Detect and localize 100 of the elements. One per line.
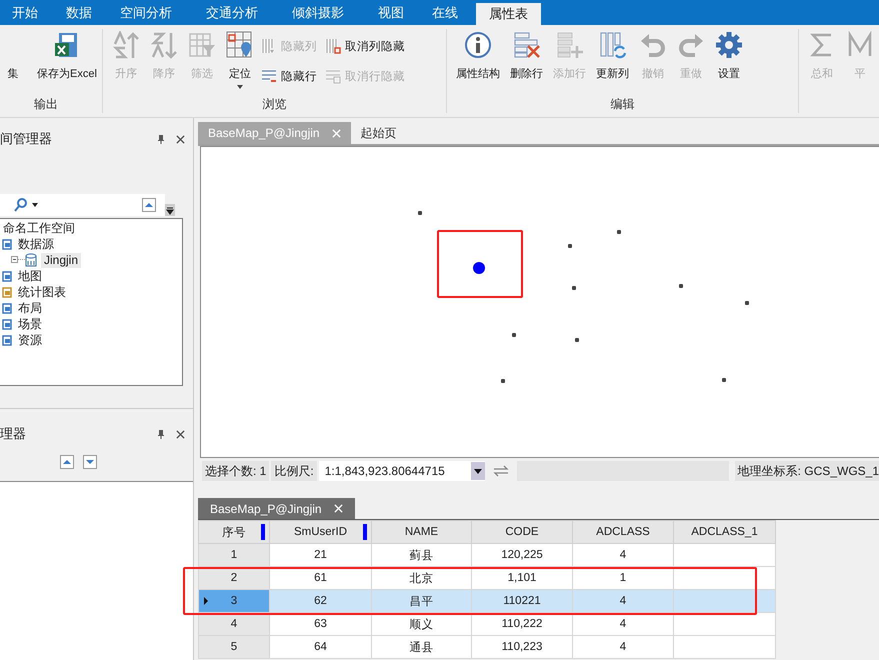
map-point: [418, 211, 422, 215]
map-point: [722, 378, 726, 382]
column-header[interactable]: ADCLASS_1: [674, 520, 776, 544]
table-cell: 4: [572, 544, 674, 566]
column-header[interactable]: SmUserID: [270, 520, 372, 544]
dropdown-icon: [470, 462, 485, 480]
group-label: 输出: [33, 96, 59, 113]
caret-icon[interactable]: [32, 203, 38, 207]
tree-item[interactable]: 地图: [15, 268, 45, 284]
close-icon[interactable]: [176, 134, 185, 144]
selection-count: 选择个数: 1: [202, 461, 270, 481]
ribbon-button[interactable]: 隐藏行: [259, 61, 319, 91]
tree-connector-icon: [11, 255, 25, 265]
swap-icon[interactable]: [492, 465, 509, 477]
table-cell: 110,223: [472, 636, 572, 658]
hide-column-icon: [261, 38, 277, 54]
show-row-icon: [325, 68, 341, 84]
column-header[interactable]: 序号: [198, 520, 270, 544]
delete-row-icon: [512, 31, 540, 59]
panel-title: 间管理器: [0, 130, 53, 148]
map-point: [679, 284, 683, 288]
ribbon-button[interactable]: 删除行: [505, 29, 548, 83]
close-icon[interactable]: [176, 430, 185, 438]
search-icon[interactable]: [14, 198, 30, 212]
document-tab[interactable]: 起始页: [350, 122, 407, 144]
column-header[interactable]: ADCLASS: [572, 520, 674, 544]
ribbon-tab[interactable]: 属性表: [476, 3, 541, 25]
panel-title: 理器: [0, 425, 27, 443]
column-header[interactable]: NAME: [372, 520, 472, 544]
add-row-icon: [556, 31, 584, 59]
map-point: [617, 230, 621, 234]
ribbon-tab[interactable]: 空间分析: [110, 0, 182, 25]
ribbon-button[interactable]: 属性结构: [451, 29, 505, 83]
caret-icon: [237, 85, 243, 89]
settings-icon: [715, 31, 743, 59]
table-cell: 通县: [372, 636, 472, 658]
map-point: [745, 301, 749, 305]
ribbon-tab[interactable]: 视图: [368, 0, 414, 25]
map-point: [568, 244, 572, 248]
ribbon-button[interactable]: 取消列隐藏: [323, 31, 407, 61]
move-down-icon[interactable]: [83, 455, 97, 469]
scale-dropdown[interactable]: 1:1,843,923.80644715: [318, 461, 485, 481]
tree-item[interactable]: 命名工作空间: [0, 220, 78, 236]
show-column-icon: [325, 38, 341, 54]
group-label: 浏览: [262, 96, 288, 113]
tree-item[interactable]: Jingjin: [41, 252, 82, 268]
ribbon-button[interactable]: 设置: [710, 29, 748, 83]
scale-label: 比例尺:: [271, 461, 317, 481]
dropdown-icon[interactable]: [165, 204, 175, 216]
selected-point: [473, 262, 485, 274]
table-cell: 21: [270, 544, 372, 566]
table-tab[interactable]: BaseMap_P@Jingjin: [198, 498, 355, 519]
table-cell: 4: [572, 590, 674, 612]
table-cell: 昌平: [372, 590, 472, 612]
scroll-up-icon[interactable]: [142, 198, 156, 212]
map-point: [575, 338, 579, 342]
ribbon-tab[interactable]: 倾斜摄影: [282, 0, 354, 25]
row-header[interactable]: 5: [198, 636, 270, 658]
row-header[interactable]: 3: [198, 590, 270, 612]
table-cell: 64: [270, 636, 372, 658]
tree-item[interactable]: 场景: [15, 316, 45, 332]
refresh-column-icon: [598, 31, 626, 59]
row-header[interactable]: 1: [198, 544, 270, 566]
move-up-icon[interactable]: [60, 455, 74, 469]
current-row-icon: [204, 597, 208, 605]
table-cell: 62: [270, 590, 372, 612]
column-header[interactable]: CODE: [472, 520, 572, 544]
tree-item[interactable]: 统计图表: [15, 284, 69, 300]
tree-item[interactable]: 数据源: [15, 236, 57, 252]
mean-icon: [846, 31, 874, 59]
ribbon-tab[interactable]: 在线: [422, 0, 468, 25]
redo-icon: [677, 31, 705, 59]
database-icon: [25, 253, 37, 267]
ribbon-tab[interactable]: 数据: [56, 0, 102, 25]
map-pin-icon: [226, 31, 254, 59]
pin-icon[interactable]: [156, 134, 166, 144]
ribbon-tab[interactable]: 交通分析: [196, 0, 268, 25]
sort-descending-icon: [150, 31, 178, 59]
map-point: [572, 286, 576, 290]
group-label: 编辑: [610, 96, 636, 113]
info-icon: [464, 31, 492, 59]
map-point: [501, 379, 505, 383]
table-cell: 蓟县: [372, 544, 472, 566]
hide-row-icon: [261, 68, 277, 84]
coordinate-system: 地理坐标系: GCS_WGS_1: [734, 461, 879, 481]
ribbon-button[interactable]: 保存为Excel: [32, 29, 102, 83]
table-cell: 110221: [472, 590, 572, 612]
filter-icon: [188, 31, 216, 59]
ribbon-tab[interactable]: 开始: [2, 0, 48, 25]
sort-ascending-icon: [112, 31, 140, 59]
table-cell: 120,225: [472, 544, 572, 566]
tree-item[interactable]: 资源: [15, 332, 45, 348]
ribbon-button[interactable]: 更新列: [591, 29, 634, 83]
undo-icon: [639, 31, 667, 59]
ribbon-button[interactable]: 定位: [221, 29, 259, 91]
table-cell: 4: [572, 636, 674, 658]
map-point: [512, 333, 516, 337]
pin-icon[interactable]: [156, 429, 166, 439]
ribbon-button[interactable]: 集: [0, 29, 32, 83]
tree-item[interactable]: 布局: [15, 300, 45, 316]
